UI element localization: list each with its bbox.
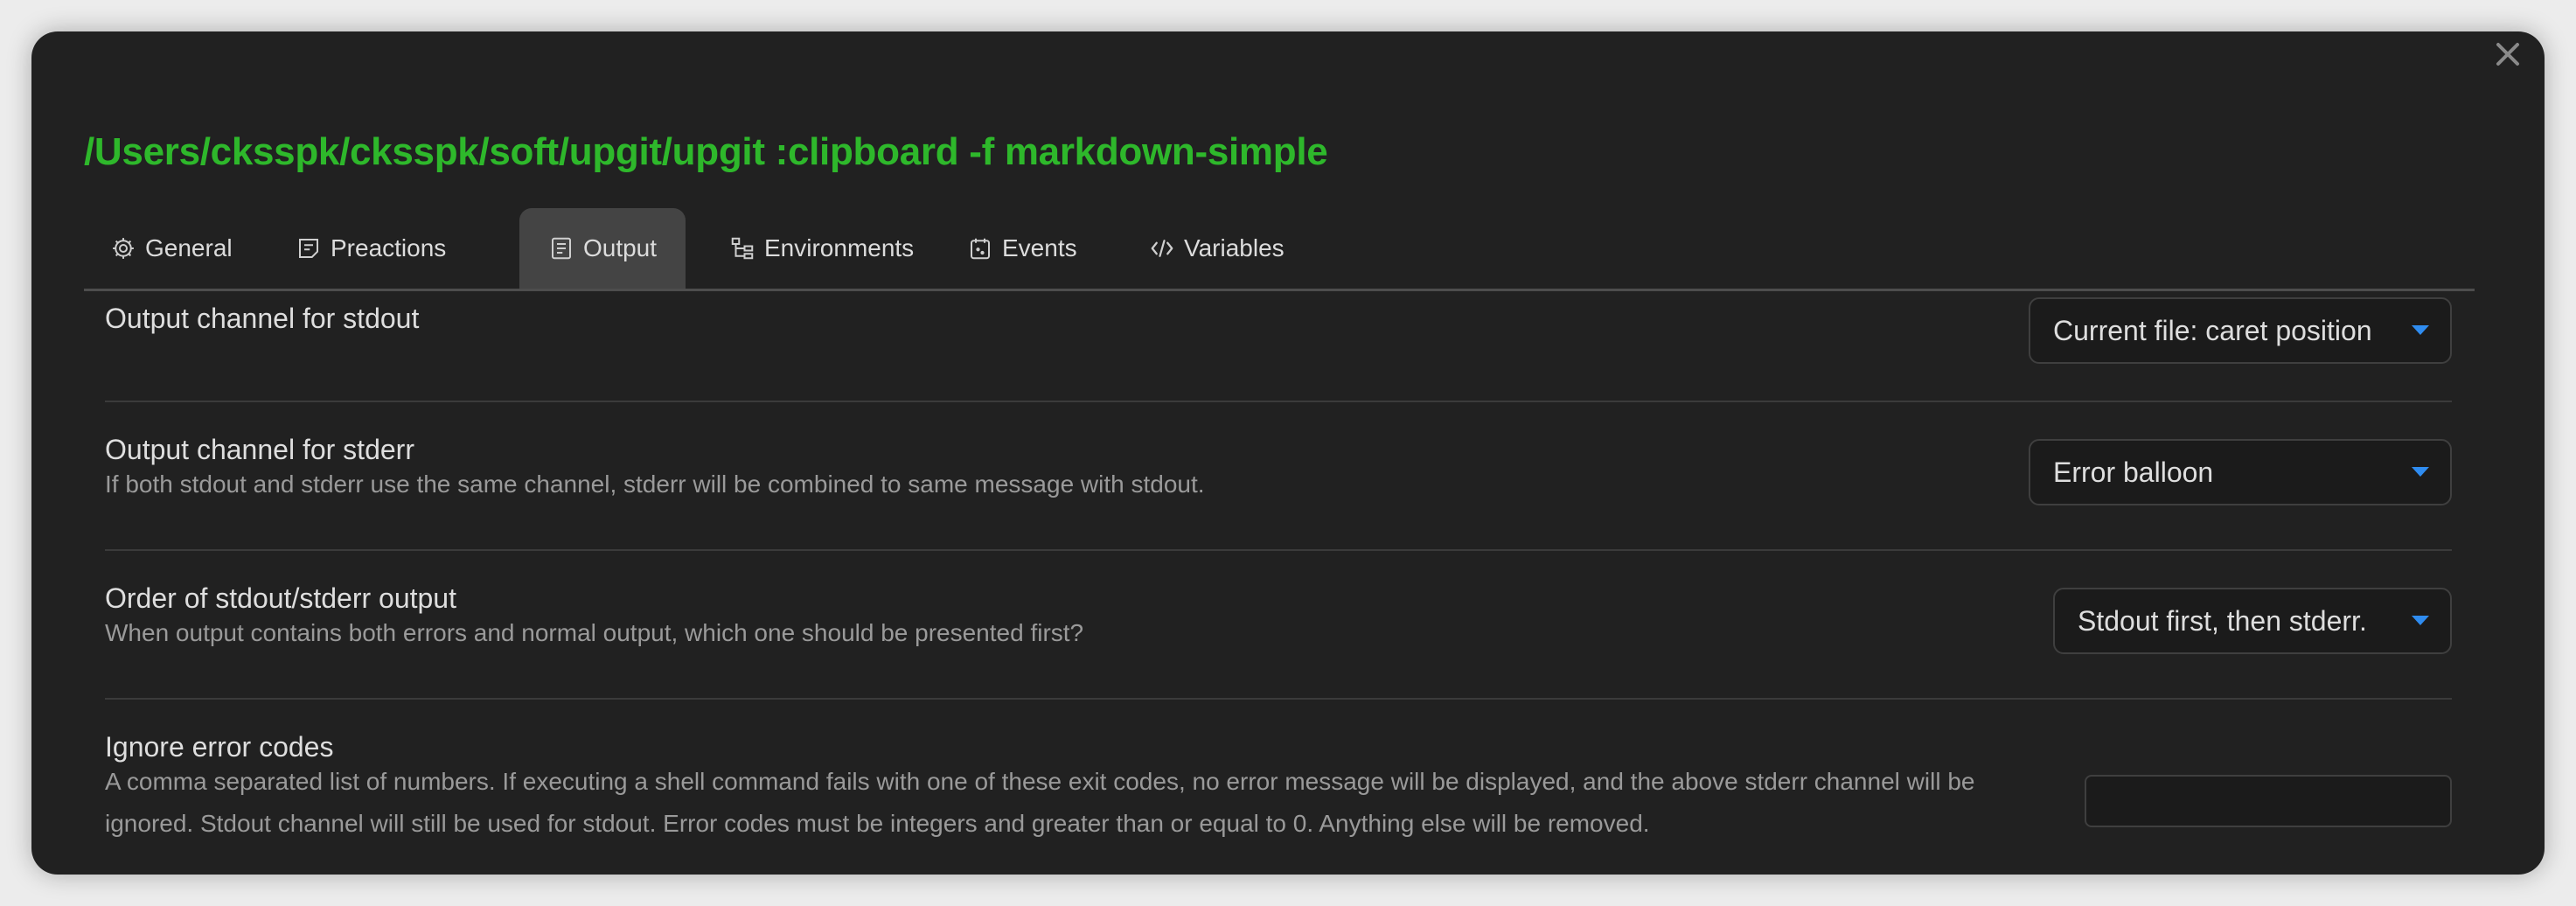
chevron-down-icon (2412, 616, 2429, 625)
setting-description: If both stdout and stderr use the same c… (105, 470, 1205, 498)
tab-label: Output (582, 234, 658, 261)
close-button[interactable] (2485, 31, 2531, 77)
setting-output-order: Order of stdout/stderr output When outpu… (105, 551, 2452, 700)
tab-label: Environments (764, 234, 915, 261)
tab-label: General (145, 234, 233, 261)
tab-general[interactable]: General (96, 208, 247, 289)
tab-label: Events (1002, 234, 1077, 261)
document-lines-icon (548, 235, 574, 261)
tab-bar: General Preactions Output Environments E… (84, 208, 2475, 291)
calendar-icon (967, 235, 993, 261)
dropdown-value: Stdout first, then stderr. (2078, 604, 2367, 637)
stderr-channel-dropdown[interactable]: Error balloon (2029, 439, 2452, 505)
tab-events[interactable]: Events (953, 208, 1091, 289)
setting-title: Output channel for stderr (105, 434, 414, 465)
command-settings-modal: /Users/cksspk/cksspk/soft/upgit/upgit :c… (31, 31, 2545, 875)
tab-environments[interactable]: Environments (717, 208, 926, 289)
output-order-dropdown[interactable]: Stdout first, then stderr. (2053, 588, 2452, 654)
setting-title: Order of stdout/stderr output (105, 582, 456, 614)
code-icon (1149, 235, 1175, 261)
chevron-down-icon (2412, 325, 2429, 335)
setting-title: Output channel for stdout (105, 303, 420, 334)
dropdown-value: Error balloon (2053, 456, 2214, 488)
tab-variables[interactable]: Variables (1135, 208, 1298, 289)
chevron-down-icon (2412, 467, 2429, 477)
setting-ignore-error-codes: Ignore error codes A comma separated lis… (105, 700, 2452, 875)
dropdown-value: Current file: caret position (2053, 314, 2372, 346)
tab-preactions[interactable]: Preactions (282, 208, 460, 289)
tab-label: Variables (1184, 234, 1285, 261)
preactions-icon (296, 235, 322, 261)
tab-label: Preactions (331, 234, 447, 261)
close-icon (2496, 43, 2519, 66)
hierarchy-icon (729, 235, 755, 261)
tab-output[interactable]: Output (519, 208, 686, 289)
command-title: /Users/cksspk/cksspk/soft/upgit/upgit :c… (84, 130, 1328, 173)
ignore-error-codes-input[interactable] (2085, 775, 2452, 827)
setting-description: A comma separated list of numbers. If ex… (105, 768, 1975, 837)
setting-description: When output contains both errors and nor… (105, 619, 1084, 646)
stdout-channel-dropdown[interactable]: Current file: caret position (2029, 297, 2452, 364)
setting-stderr-channel: Output channel for stderr If both stdout… (105, 402, 2452, 551)
gear-icon (110, 235, 136, 261)
setting-title: Ignore error codes (105, 731, 334, 763)
setting-stdout-channel: Output channel for stdout Current file: … (105, 292, 2452, 402)
